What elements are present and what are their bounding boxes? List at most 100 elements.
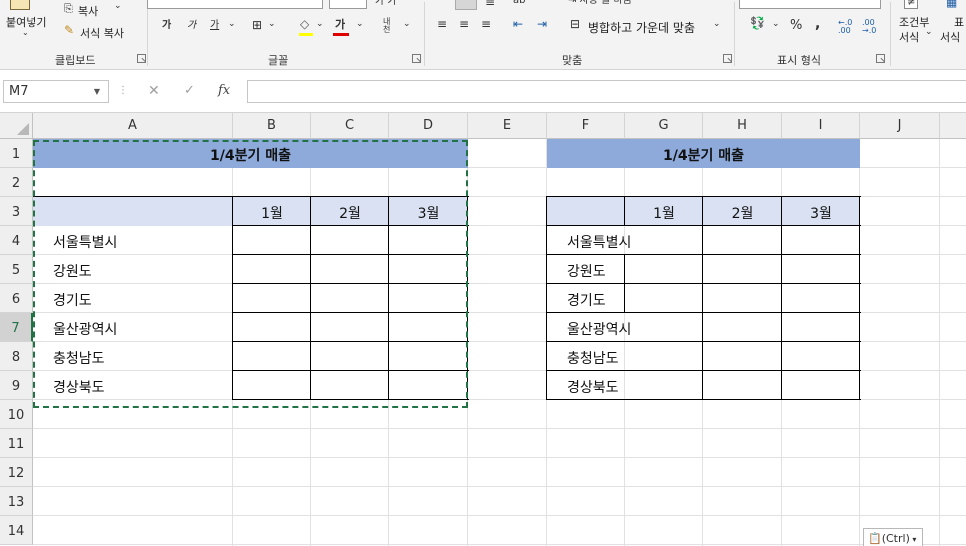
row-header[interactable]: 7 <box>0 313 33 342</box>
column-header[interactable]: F <box>547 113 625 139</box>
cell-border <box>233 254 469 255</box>
confirm-entry-icon[interactable]: ✓ <box>184 83 195 98</box>
chevron-down-icon[interactable]: ⌄ <box>316 20 324 29</box>
cell-border <box>702 196 703 400</box>
chevron-down-icon[interactable]: ⌄ <box>356 20 364 29</box>
chevron-down-icon[interactable]: ⌄ <box>268 20 276 29</box>
column-header[interactable]: E <box>468 113 547 139</box>
format-as-table-button[interactable]: 표 <box>954 14 964 30</box>
align-left-icon[interactable]: ≡ <box>437 18 447 30</box>
number-format-select[interactable] <box>739 0 881 9</box>
row-header[interactable]: 1 <box>0 139 33 168</box>
border-icon[interactable]: ⊞ <box>252 19 262 31</box>
clipboard-group-label: 클립보드 <box>55 54 96 67</box>
comma-icon[interactable]: , <box>815 17 820 31</box>
bold-icon[interactable]: 가 <box>162 21 171 31</box>
worksheet-grid[interactable]: ABCDEFGHIJ 1 2 3 4 5 6 7 8 9 10 11 12 13 14 1/4분기 매출 1… <box>0 112 966 546</box>
format-as-table-icon[interactable]: ▦ <box>946 0 957 8</box>
font-launcher-icon[interactable] <box>412 54 421 63</box>
conditional-format-button-sub[interactable]: 서식 <box>899 29 919 45</box>
chevron-down-icon[interactable]: ⌄ <box>22 29 29 37</box>
column-header[interactable]: J <box>860 113 940 139</box>
region-label: 충청남도 <box>567 351 619 367</box>
row-header[interactable]: 12 <box>0 458 33 487</box>
grow-font-icon[interactable]: 가 가 <box>375 0 397 7</box>
cell-border <box>547 225 861 226</box>
chevron-down-icon[interactable]: ⌄ <box>772 20 780 29</box>
phonetic-icon[interactable]: 내천 <box>383 18 395 34</box>
row-header[interactable]: 14 <box>0 516 33 545</box>
row-header[interactable]: 2 <box>0 168 33 197</box>
chevron-down-icon[interactable]: ⌄ <box>925 28 933 37</box>
row-header[interactable]: 11 <box>0 429 33 458</box>
format-painter-icon[interactable]: ✎ <box>64 24 74 36</box>
row-header[interactable]: 10 <box>0 400 33 429</box>
chevron-down-icon[interactable]: ⌄ <box>228 20 236 29</box>
formula-bar-handle-icon[interactable]: ⋮ <box>118 85 128 96</box>
cell-border <box>232 196 233 400</box>
decrease-indent-icon[interactable]: ⇤ <box>513 18 523 30</box>
row-header[interactable]: 5 <box>0 255 33 284</box>
row-header[interactable]: 13 <box>0 487 33 516</box>
copy-icon[interactable]: ⎘ <box>64 3 73 14</box>
italic-icon[interactable]: 가 <box>187 21 196 31</box>
column-header[interactable]: C <box>311 113 389 139</box>
paste-options-button[interactable]: 📋(Ctrl) ▾ <box>863 528 923 546</box>
accounting-format-icon[interactable]: 💱 <box>750 17 765 29</box>
column-header[interactable]: H <box>703 113 782 139</box>
format-as-table-button-sub[interactable]: 서식 <box>940 29 960 45</box>
chevron-down-icon[interactable]: ⌄ <box>713 20 721 29</box>
column-header[interactable]: B <box>233 113 311 139</box>
font-color-icon[interactable]: 가 <box>335 19 345 30</box>
chevron-down-icon[interactable]: ▼ <box>94 87 100 96</box>
conditional-format-icon[interactable]: ≠ <box>904 0 919 9</box>
font-size-select[interactable] <box>329 0 367 9</box>
underline-icon[interactable]: 가 <box>210 21 219 31</box>
row-header[interactable]: 8 <box>0 342 33 371</box>
row-header[interactable]: 4 <box>0 226 33 255</box>
chevron-down-icon[interactable]: ⌄ <box>114 2 122 11</box>
select-all-button[interactable] <box>0 113 33 139</box>
orientation-icon[interactable]: ab <box>513 0 525 6</box>
name-box[interactable]: M7 ▼ <box>3 80 109 103</box>
format-painter-button[interactable]: 서식 복사 <box>80 25 124 41</box>
column-header[interactable]: A <box>33 113 233 139</box>
cancel-entry-icon[interactable]: ✕ <box>148 83 160 99</box>
gridline <box>939 139 940 546</box>
column-header[interactable]: G <box>625 113 703 139</box>
group-divider <box>734 2 735 66</box>
column-header[interactable]: D <box>389 113 468 139</box>
cell-border <box>546 196 547 400</box>
font-name-select[interactable] <box>147 0 323 9</box>
region-label: 울산광역시 <box>53 322 118 338</box>
increase-decimal-icon[interactable]: ←.0.00 <box>838 19 852 35</box>
percent-icon[interactable]: % <box>790 19 802 32</box>
row-header[interactable]: 6 <box>0 284 33 313</box>
merge-icon[interactable]: ⊟ <box>570 18 580 30</box>
row-header[interactable]: 3 <box>0 197 33 226</box>
cell-border <box>388 196 389 400</box>
increase-indent-icon[interactable]: ⇥ <box>537 18 547 30</box>
region-label: 경상북도 <box>567 380 619 396</box>
decrease-decimal-icon[interactable]: .00 →.0 <box>862 19 876 35</box>
clipboard-launcher-icon[interactable] <box>137 54 146 63</box>
row-header[interactable]: 9 <box>0 371 33 400</box>
merge-center-button[interactable]: 병합하고 가운데 맞춤 <box>588 19 695 36</box>
align-center-icon[interactable]: ≡ <box>459 18 469 30</box>
paste-icon[interactable] <box>10 0 30 10</box>
column-header-overflow <box>940 113 966 139</box>
gridline <box>33 486 966 487</box>
column-header[interactable]: I <box>782 113 860 139</box>
alignment-launcher-icon[interactable] <box>723 54 732 63</box>
insert-function-icon[interactable]: fx <box>218 83 230 98</box>
align-middle-icon[interactable]: ≡ <box>485 0 495 8</box>
fill-color-icon[interactable]: ◇ <box>300 18 309 30</box>
chevron-down-icon[interactable]: ⌄ <box>403 20 411 29</box>
align-top-icon[interactable] <box>455 0 477 10</box>
cell-border <box>547 341 861 342</box>
copy-button[interactable]: 복사 <box>78 3 98 19</box>
number-launcher-icon[interactable] <box>876 54 885 63</box>
formula-input[interactable] <box>247 80 966 103</box>
wrap-text-icon[interactable]: ⇥ 자동 줄 바꿈 <box>568 0 632 6</box>
align-right-icon[interactable]: ≡ <box>481 18 491 30</box>
